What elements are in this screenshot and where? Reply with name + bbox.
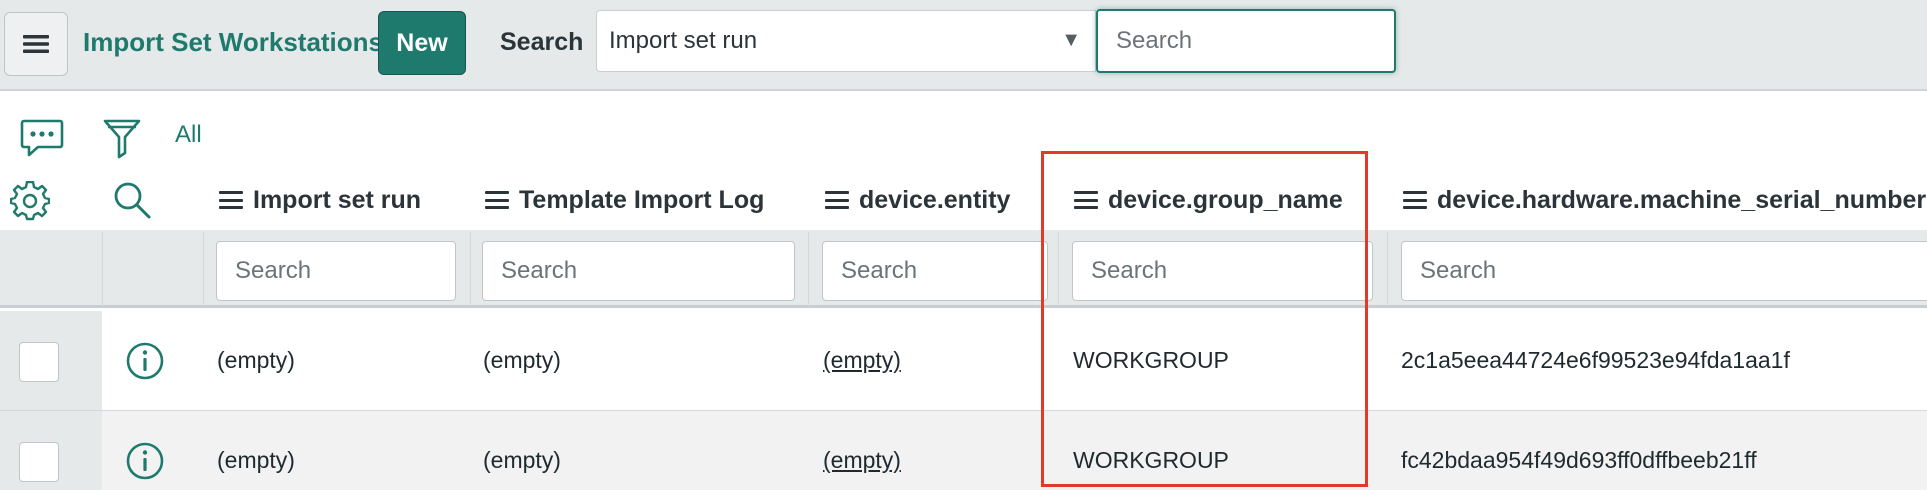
column-search-import-set-run[interactable] — [216, 241, 456, 301]
gear-icon[interactable] — [10, 181, 50, 221]
info-icon[interactable] — [125, 341, 165, 381]
column-menu-icon[interactable] — [1074, 191, 1098, 209]
cell-import-set-run: (empty) — [217, 347, 295, 373]
column-header-device-group-name[interactable]: device.group_name — [1074, 185, 1343, 215]
table-row[interactable]: (empty) (empty) (empty) WORKGROUP fc42bd… — [0, 411, 1927, 490]
list-title[interactable]: Import Set Workstations — [83, 27, 383, 58]
cell-device-entity-link[interactable]: (empty) — [823, 447, 901, 474]
column-menu-icon[interactable] — [485, 191, 509, 209]
cell-import-set-run: (empty) — [217, 447, 295, 473]
cell-template-import-log: (empty) — [483, 447, 561, 473]
cell-machine-serial-number: fc42bdaa954f49d693ff0dffbeeb21ff — [1401, 447, 1757, 473]
column-divider — [102, 232, 103, 306]
column-search-device-entity[interactable] — [822, 241, 1048, 301]
column-search-template-import-log[interactable] — [482, 241, 795, 301]
column-divider — [1058, 232, 1059, 306]
list-search-input[interactable] — [1096, 9, 1396, 73]
column-header-import-set-run[interactable]: Import set run — [219, 185, 421, 215]
column-header-machine-serial-number[interactable]: device.hardware.machine_serial_number — [1403, 185, 1926, 215]
column-divider — [808, 232, 809, 306]
column-divider — [1387, 232, 1388, 306]
column-header-device-entity[interactable]: device.entity — [825, 185, 1010, 215]
search-field-value: Import set run — [609, 27, 758, 54]
column-divider — [470, 232, 471, 306]
column-label: device.group_name — [1108, 185, 1343, 214]
filter-icon[interactable] — [102, 117, 142, 159]
context-menu-button[interactable] — [4, 12, 68, 76]
column-label: device.hardware.machine_serial_number — [1437, 185, 1927, 214]
cell-template-import-log: (empty) — [483, 347, 561, 373]
column-header-template-import-log[interactable]: Template Import Log — [485, 185, 764, 215]
new-button[interactable]: New — [378, 11, 466, 75]
column-menu-icon[interactable] — [219, 191, 243, 209]
row-checkbox[interactable] — [19, 342, 59, 382]
search-icon[interactable] — [112, 180, 152, 220]
hamburger-icon — [23, 35, 49, 53]
chat-icon[interactable] — [20, 118, 64, 158]
breadcrumb-all[interactable]: All — [175, 121, 202, 149]
column-divider — [203, 232, 204, 306]
column-label: device.entity — [859, 185, 1011, 214]
row-checkbox[interactable] — [19, 442, 59, 482]
column-search-device-group-name[interactable] — [1072, 241, 1373, 301]
info-icon[interactable] — [125, 441, 165, 481]
caret-down-icon: ▼ — [1061, 29, 1081, 51]
column-label: Template Import Log — [519, 185, 765, 214]
column-menu-icon[interactable] — [825, 191, 849, 209]
cell-machine-serial-number: 2c1a5eea44724e6f99523e94fda1aa1f — [1401, 347, 1790, 373]
list-header-bar: Import Set Workstations New Search Impor… — [0, 0, 1927, 91]
cell-device-group-name: WORKGROUP — [1073, 347, 1229, 373]
table-row[interactable]: (empty) (empty) (empty) WORKGROUP 2c1a5e… — [0, 311, 1927, 411]
column-label: Import set run — [253, 185, 422, 214]
column-menu-icon[interactable] — [1403, 191, 1427, 209]
cell-device-entity-link[interactable]: (empty) — [823, 347, 901, 374]
search-field-select[interactable]: Import set run ▼ — [596, 10, 1096, 72]
search-label: Search — [500, 28, 584, 56]
column-search-machine-serial-number[interactable] — [1401, 241, 1927, 301]
list-page: Import Set Workstations New Search Impor… — [0, 0, 1927, 490]
cell-device-group-name: WORKGROUP — [1073, 447, 1229, 473]
